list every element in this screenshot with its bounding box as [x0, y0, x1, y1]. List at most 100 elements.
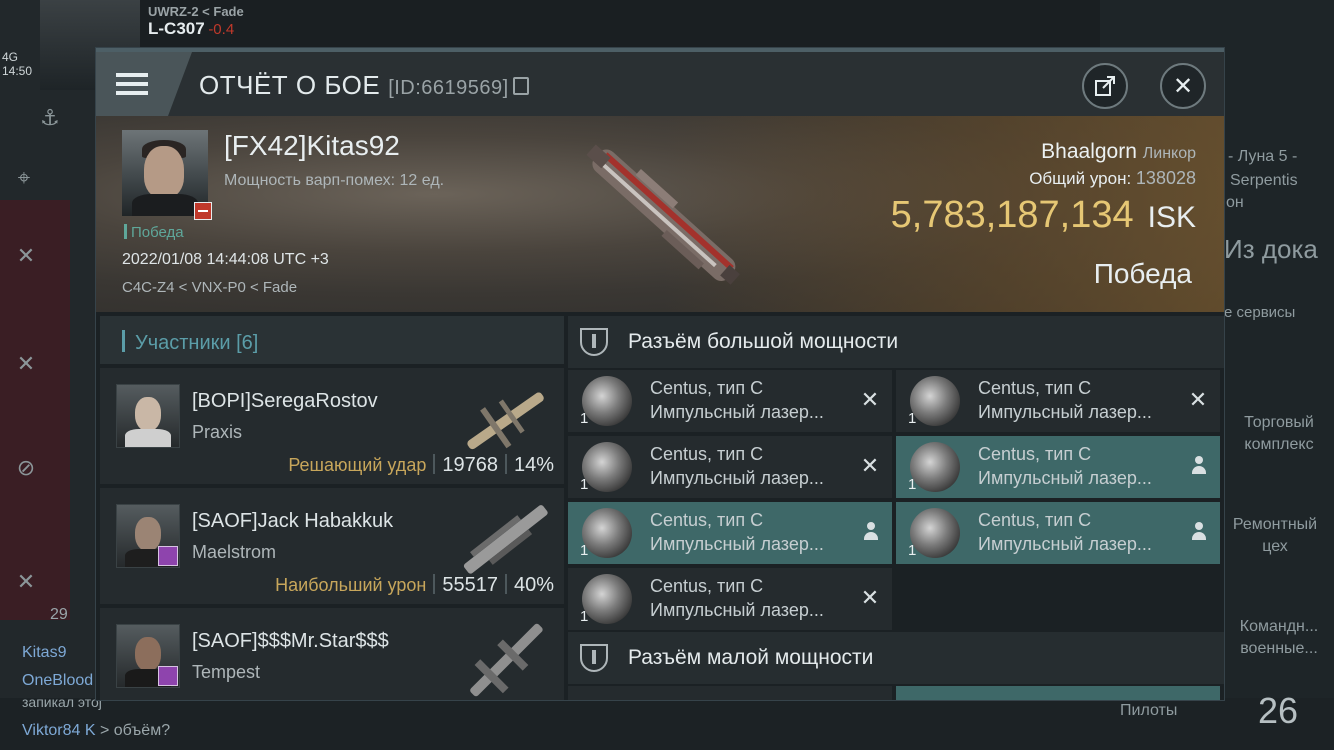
module-item[interactable]: 1 Centus, тип C Импульсный лазер... — [568, 502, 892, 564]
isk-destroyed: 5,783,187,134 ISK — [891, 194, 1196, 237]
victim-banner: [FX42]Kitas92 Мощность варп-помех: 12 ед… — [96, 116, 1224, 312]
laser-module-icon — [582, 376, 632, 426]
station-owner-label: Serpentis — [1230, 172, 1298, 189]
chat-line-1[interactable]: Kitas9 — [22, 644, 66, 662]
share-button[interactable] — [1082, 63, 1128, 109]
module-qty: 1 — [580, 476, 589, 493]
participant-avatar[interactable] — [116, 384, 180, 448]
module-type: Импульсный лазер... — [978, 402, 1152, 422]
menu-button[interactable] — [96, 52, 192, 116]
dock-icon[interactable]: ⚓ — [30, 98, 70, 138]
destroyed-cross-icon: ✕ — [860, 387, 880, 412]
participants-panel: Участники [6] [BOPI]SeregaRostov Praxis … — [100, 316, 564, 700]
victim-ship[interactable]: Bhaalgorn Линкор — [1041, 140, 1196, 164]
destroyed-cross-icon: ✕ — [1188, 387, 1208, 412]
module-name: Centus, тип C — [978, 510, 1092, 530]
module-type: Импульсный лазер... — [650, 600, 824, 620]
low-slots-header: Разъём малой мощности — [568, 632, 1224, 684]
system-region: UWRZ-2 — [148, 4, 199, 19]
module-item[interactable]: 1 Centus, тип C Импульсный лазер... ✕ — [568, 568, 892, 630]
participant-row[interactable]: [BOPI]SeregaRostov Praxis Решающий удар 1… — [100, 368, 564, 484]
cross-swords-icon-3[interactable]: ✕ — [6, 562, 46, 602]
cross-swords-icon-2[interactable]: ✕ — [6, 344, 46, 384]
victim-name[interactable]: [FX42]Kitas92 — [224, 130, 400, 162]
module-name: Centus, тип C — [978, 444, 1092, 464]
participant-row[interactable]: [SAOF]Jack Habakkuk Maelstrom Наибольший… — [100, 488, 564, 604]
participant-name: [SAOF]$$$Mr.Star$$$ — [192, 630, 389, 652]
module-item[interactable]: 1 Centus, тип C Импульсный лазер... — [896, 502, 1220, 564]
kill-location[interactable]: C4C-Z4 < VNX-P0 < Fade — [122, 279, 297, 296]
victim-ship-image — [586, 144, 740, 285]
pilots-count: 26 — [1258, 690, 1299, 731]
high-slots-header: Разъём большой мощности — [568, 316, 1224, 368]
module-type: Импульсный лазер... — [650, 468, 824, 488]
system-name-line: L-C307 -0.4 — [148, 19, 244, 39]
report-top-border — [96, 48, 1224, 52]
share-icon — [1095, 76, 1115, 96]
module-item-partial[interactable] — [568, 686, 892, 700]
repair-button-l2[interactable]: цех — [1222, 538, 1328, 556]
result-label-small: Победа — [124, 224, 184, 241]
participant-damage: 55517 — [442, 574, 498, 596]
participant-damage: 19768 — [442, 454, 498, 476]
dropped-person-icon — [864, 522, 878, 542]
system-info[interactable]: UWRZ-2 < Fade L-C307 -0.4 — [148, 4, 244, 39]
services-label: е сервисы — [1224, 304, 1296, 321]
high-slots-title: Разъём большой мощности — [628, 330, 899, 353]
report-title-area: ОТЧЁТ О БОЕ [ID:6619569] — [199, 70, 529, 101]
laser-module-icon — [582, 574, 632, 624]
isk-unit: ISK — [1147, 201, 1196, 234]
repair-button-l1[interactable]: Ремонтный — [1222, 516, 1328, 534]
chat-user[interactable]: Kitas9 — [22, 644, 66, 661]
ship-class: Линкор — [1142, 145, 1196, 162]
destroyed-cross-icon: ✕ — [860, 453, 880, 478]
chat-user[interactable]: OneBlood — [22, 672, 93, 689]
participant-ship-image — [470, 623, 543, 697]
kill-datetime: 2022/01/08 14:44:08 UTC +3 — [122, 251, 329, 268]
dropped-person-icon — [1192, 522, 1206, 542]
module-item[interactable]: 1 Centus, тип C Импульсный лазер... ✕ — [896, 370, 1220, 432]
participant-ship-image — [467, 392, 544, 450]
participant-row[interactable]: [SAOF]$$$Mr.Star$$$ Tempest — [100, 608, 564, 700]
location-icon[interactable]: ⌖ — [4, 158, 44, 198]
laser-module-icon — [910, 508, 960, 558]
chat-line-4[interactable]: Viktor84 K > объём? — [22, 722, 170, 740]
total-damage: Общий урон: 138028 — [1029, 168, 1196, 189]
low-slots-title: Разъём малой мощности — [628, 646, 874, 669]
report-header: ОТЧЁТ О БОЕ [ID:6619569] ✕ — [96, 52, 1224, 116]
close-button[interactable]: ✕ — [1160, 63, 1206, 109]
undock-button[interactable]: Из дока — [1224, 234, 1334, 265]
network-indicator: 4G — [2, 50, 19, 64]
market-button-l1[interactable]: Торговый — [1226, 414, 1332, 432]
module-item[interactable]: 1 Centus, тип C Импульсный лазер... ✕ — [568, 370, 892, 432]
module-type: Импульсный лазер... — [978, 534, 1152, 554]
module-qty: 1 — [908, 542, 917, 559]
module-qty: 1 — [580, 608, 589, 625]
participant-stats: Решающий удар 19768 14% — [288, 454, 554, 477]
market-button-l2[interactable]: комплекс — [1226, 436, 1332, 454]
module-item-partial[interactable] — [896, 686, 1220, 700]
chat-user[interactable]: Viktor84 K — [22, 722, 96, 739]
chat-message: > объём? — [99, 722, 171, 739]
cross-swords-icon[interactable]: ✕ — [6, 236, 46, 276]
participant-ship-image — [463, 505, 548, 574]
participant-percent: 14% — [513, 454, 554, 476]
module-item[interactable]: 1 Centus, тип C Импульсный лазер... — [896, 436, 1220, 498]
corp-role-badge-icon — [158, 546, 178, 566]
participants-title: Участники [6] — [122, 330, 258, 355]
copy-icon[interactable] — [512, 77, 529, 95]
command-button-l2[interactable]: военные... — [1224, 640, 1334, 658]
report-title: ОТЧЁТ О БОЕ — [199, 70, 381, 100]
module-name: Centus, тип C — [650, 444, 764, 464]
participant-name: [SAOF]Jack Habakkuk — [192, 510, 394, 532]
final-blow-tag: Решающий удар — [288, 455, 427, 475]
target-icon[interactable]: ⊘ — [6, 448, 46, 488]
pilots-label[interactable]: Пилоты — [1120, 702, 1177, 720]
total-damage-label: Общий урон: — [1029, 169, 1132, 188]
isk-value: 5,783,187,134 — [890, 194, 1134, 236]
station-type-label: он — [1226, 194, 1244, 211]
chat-line-2[interactable]: OneBlood — [22, 672, 93, 690]
chat-count: 29 — [50, 606, 68, 623]
command-button-l1[interactable]: Командн... — [1224, 618, 1334, 636]
module-item[interactable]: 1 Centus, тип C Импульсный лазер... ✕ — [568, 436, 892, 498]
